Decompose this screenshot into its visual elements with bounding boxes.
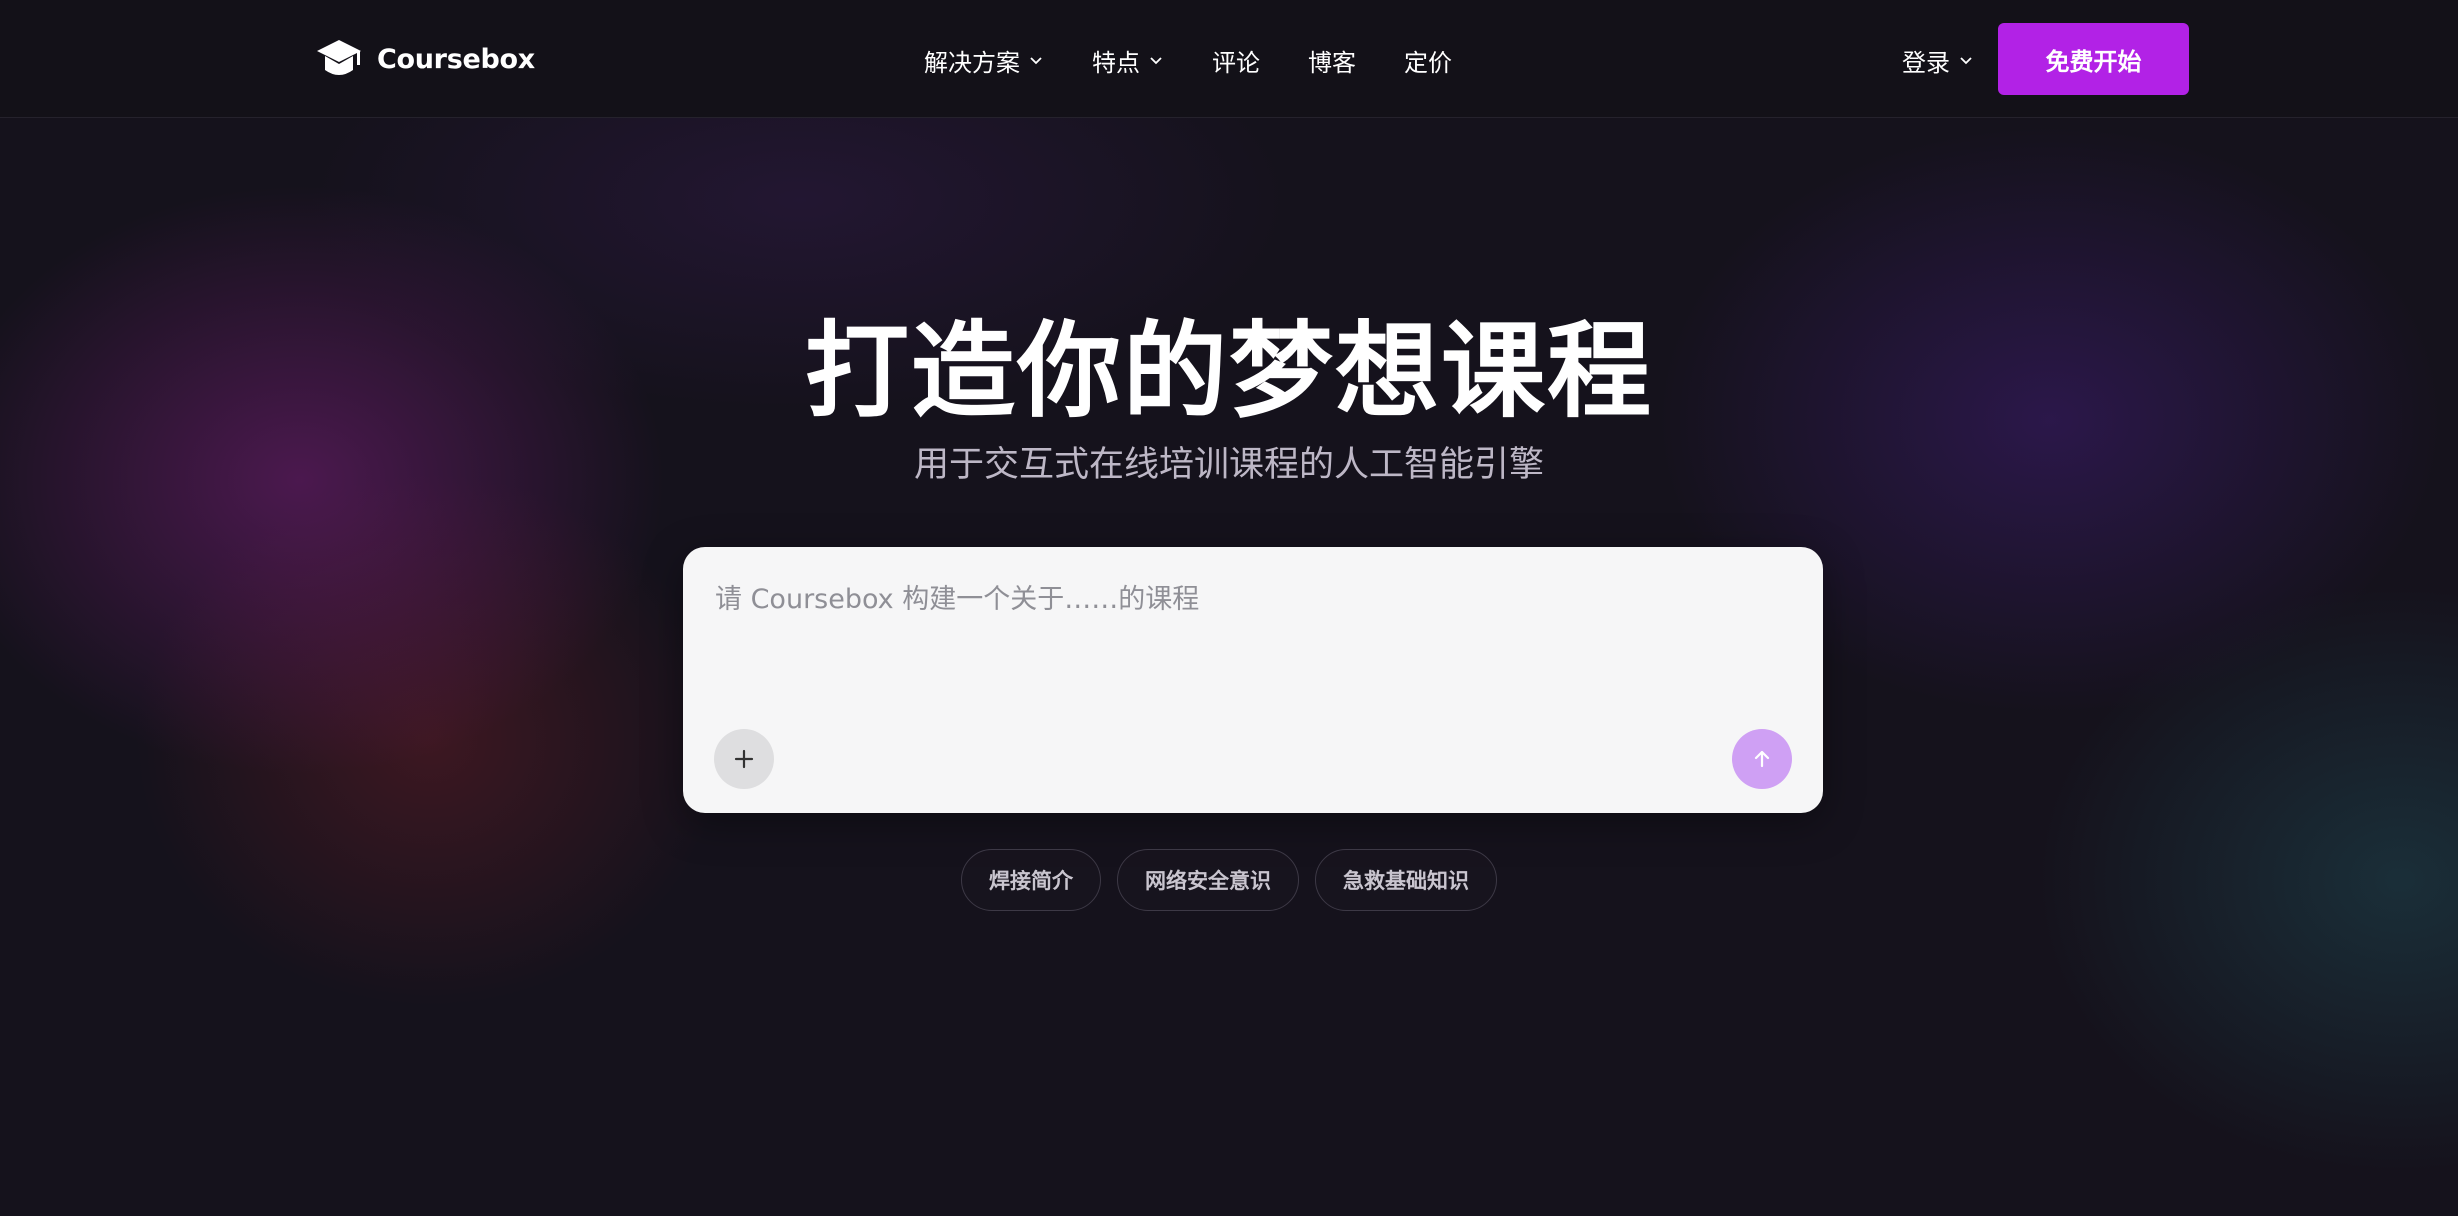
chevron-down-icon — [1960, 57, 1972, 65]
suggestion-chip[interactable]: 焊接简介 — [961, 849, 1101, 911]
menu-item-solutions[interactable]: 解决方案 — [924, 43, 1044, 78]
menu-item-pricing[interactable]: 定价 — [1404, 43, 1452, 78]
suggestion-chip[interactable]: 急救基础知识 — [1315, 849, 1497, 911]
menu-item-features[interactable]: 特点 — [1092, 43, 1164, 78]
menu-item-reviews[interactable]: 评论 — [1212, 43, 1260, 78]
logo[interactable]: Coursebox — [315, 34, 535, 84]
hero-title: 打造你的梦想课程 — [804, 310, 1653, 432]
send-button[interactable] — [1732, 729, 1792, 789]
logo-text: Coursebox — [377, 43, 535, 75]
menu-item-label: 定价 — [1404, 48, 1452, 77]
start-free-button[interactable]: 免费开始 — [1998, 23, 2189, 95]
page: Coursebox 解决方案 特点 评论 博客 定价 登录 免费开始 打造你的梦… — [0, 0, 2458, 1216]
menu-item-label: 特点 — [1092, 48, 1140, 77]
plus-icon — [734, 749, 754, 769]
graduation-cap-icon — [317, 40, 361, 75]
menu-item-blog[interactable]: 博客 — [1308, 43, 1356, 78]
login-dropdown[interactable]: 登录 — [1902, 38, 1974, 82]
course-prompt-input[interactable] — [715, 577, 1785, 717]
add-attachment-button[interactable] — [714, 729, 774, 789]
chevron-down-icon — [1150, 57, 1162, 65]
menu-item-label: 评论 — [1212, 48, 1260, 77]
suggestion-chip[interactable]: 网络安全意识 — [1117, 849, 1299, 911]
menu-item-label: 解决方案 — [924, 48, 1020, 77]
prompt-box — [683, 547, 1823, 813]
menu-item-label: 博客 — [1308, 48, 1356, 77]
login-label: 登录 — [1902, 48, 1950, 77]
top-navbar: Coursebox 解决方案 特点 评论 博客 定价 登录 免费开始 — [0, 0, 2458, 118]
suggestion-chips: 焊接简介 网络安全意识 急救基础知识 — [0, 849, 2458, 911]
arrow-up-icon — [1754, 750, 1770, 768]
main-menu: 解决方案 特点 评论 博客 定价 — [924, 38, 1452, 82]
hero-subtitle: 用于交互式在线培训课程的人工智能引擎 — [913, 445, 1544, 485]
chevron-down-icon — [1030, 57, 1042, 65]
